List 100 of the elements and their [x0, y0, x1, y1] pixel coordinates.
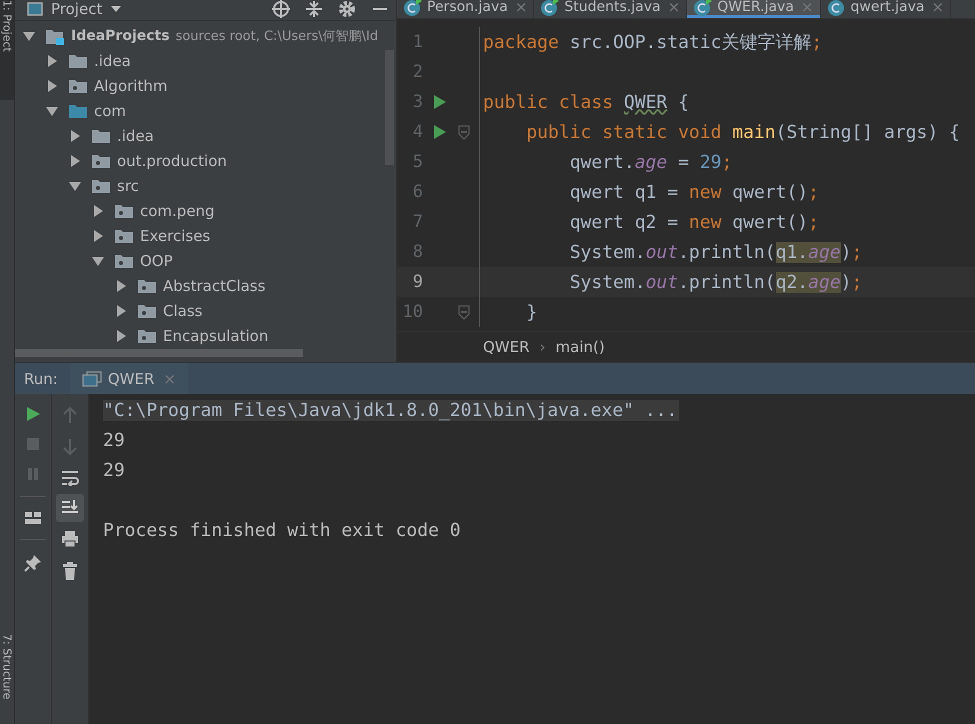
- package-folder-icon: [114, 202, 134, 218]
- line-number: 9: [412, 272, 423, 292]
- run-icon[interactable]: [433, 124, 447, 140]
- soft-wrap-icon[interactable]: [61, 470, 79, 486]
- run-icon[interactable]: [25, 406, 41, 422]
- package-folder-icon: [91, 152, 111, 168]
- folder-icon: [91, 128, 111, 144]
- package-folder-icon: [137, 328, 157, 344]
- line-number: 8: [412, 242, 423, 262]
- fold-icon[interactable]: [457, 124, 471, 140]
- tree-item[interactable]: Encapsulation: [15, 323, 396, 348]
- locate-icon[interactable]: [271, 0, 291, 19]
- line-number: 3: [412, 92, 423, 112]
- code-line: public class QWER {: [482, 92, 689, 112]
- scrollbar[interactable]: [15, 349, 303, 357]
- output-line: 29: [103, 460, 125, 480]
- tree-label: Exercises: [140, 226, 210, 244]
- line-number: 7: [412, 212, 423, 232]
- scroll-to-end-button[interactable]: [56, 494, 84, 522]
- layout-icon[interactable]: [24, 511, 42, 525]
- path-hint: sources root, C:\Users\何智鹏\Id: [176, 28, 378, 44]
- breadcrumb-separator: ›: [540, 338, 546, 356]
- package-folder-icon: [114, 252, 134, 268]
- tree-item[interactable]: IdeaProjects sources root, C:\Users\何智鹏\Id: [15, 23, 396, 48]
- expanded-arrow-icon[interactable]: [23, 30, 35, 42]
- tree-item[interactable]: Algorithm: [15, 73, 396, 98]
- line-number: 6: [412, 182, 423, 202]
- collapsed-arrow-icon[interactable]: [92, 230, 104, 242]
- collapsed-arrow-icon[interactable]: [92, 204, 104, 216]
- fold-icon[interactable]: [457, 304, 471, 320]
- collapse-icon[interactable]: [304, 0, 324, 19]
- tree-item[interactable]: .idea: [15, 48, 396, 73]
- tree-item[interactable]: src: [15, 173, 396, 198]
- code-line: qwert q2 = new qwert();: [568, 212, 819, 232]
- trash-icon[interactable]: [62, 562, 78, 580]
- tree-item[interactable]: OOP: [15, 248, 396, 273]
- collapsed-arrow-icon[interactable]: [46, 80, 58, 92]
- console-icon: [82, 370, 102, 386]
- tree-item[interactable]: Class: [15, 298, 396, 323]
- editor-tab[interactable]: Person.java ×: [397, 0, 534, 18]
- tree-label: src: [117, 176, 139, 194]
- code-line: public static void main(String[] args) {: [525, 122, 960, 142]
- output-line: Process finished with exit code 0: [103, 520, 461, 540]
- tree-label: Encapsulation: [163, 326, 268, 344]
- package-folder-icon: [137, 278, 157, 294]
- collapsed-arrow-icon[interactable]: [69, 154, 81, 166]
- expanded-arrow-icon[interactable]: [46, 104, 58, 116]
- tree-item[interactable]: .idea: [15, 123, 396, 148]
- tree-item[interactable]: Exercises: [15, 223, 396, 248]
- expanded-arrow-icon[interactable]: [69, 180, 81, 192]
- tree-label: .idea: [94, 52, 131, 70]
- editor-tab[interactable]: Students.java ×: [534, 0, 688, 18]
- line-number: 4: [412, 122, 423, 142]
- structure-tool-tab[interactable]: 7: Structure: [0, 634, 14, 724]
- project-view-dropdown[interactable]: Project: [27, 0, 122, 18]
- breadcrumb[interactable]: main(): [556, 338, 605, 356]
- code-line: }: [525, 302, 538, 322]
- package-folder-icon: [137, 302, 157, 318]
- collapsed-arrow-icon[interactable]: [46, 54, 58, 66]
- settings-icon[interactable]: [337, 0, 357, 19]
- tree-label: .idea: [117, 126, 154, 144]
- line-number: 1: [412, 32, 423, 52]
- tree-label: Algorithm: [94, 76, 168, 94]
- collapsed-arrow-icon[interactable]: [115, 330, 127, 342]
- tree-item[interactable]: com.peng: [15, 198, 396, 223]
- collapsed-arrow-icon[interactable]: [115, 280, 127, 292]
- tree-label: com.peng: [140, 202, 215, 220]
- tree-label: com: [94, 102, 126, 120]
- tree-item[interactable]: AbstractClass: [15, 273, 396, 298]
- folder-icon: [68, 52, 88, 68]
- editor-tab[interactable]: QWER.java ×: [687, 0, 820, 18]
- tree-item[interactable]: out.production: [15, 148, 396, 173]
- collapsed-arrow-icon[interactable]: [69, 130, 81, 142]
- pin-icon[interactable]: [24, 554, 42, 572]
- project-tool-tab[interactable]: 1: Project: [0, 0, 14, 100]
- breadcrumb[interactable]: QWER: [483, 338, 530, 356]
- line-number: 5: [412, 152, 423, 172]
- tree-label: out.production: [117, 152, 227, 170]
- tree-label: IdeaProjects: [71, 28, 170, 44]
- print-icon[interactable]: [61, 530, 79, 548]
- run-tab[interactable]: QWER ×: [70, 363, 188, 394]
- line-number: 10: [402, 302, 423, 322]
- package-folder-icon: [114, 228, 134, 244]
- code-line: qwert.age = 29;: [568, 152, 732, 172]
- output-line: 29: [103, 430, 125, 450]
- folder-icon: [68, 102, 88, 118]
- tree-label: AbstractClass: [163, 276, 266, 294]
- expanded-arrow-icon[interactable]: [92, 254, 104, 266]
- code-line: System.out.println(q2.age);: [568, 272, 862, 292]
- collapsed-arrow-icon[interactable]: [115, 304, 127, 316]
- code-line: qwert q1 = new qwert();: [568, 182, 819, 202]
- tree-label: OOP: [140, 252, 173, 270]
- window-icon: [27, 2, 43, 16]
- tree-label: Class: [163, 302, 202, 320]
- editor-tab[interactable]: qwert.java ×: [820, 0, 952, 18]
- caret-icon: [110, 5, 122, 13]
- package-folder-icon: [91, 178, 111, 194]
- tree-item[interactable]: com: [15, 98, 396, 123]
- run-icon[interactable]: [433, 94, 447, 110]
- package-folder-icon: [68, 78, 88, 94]
